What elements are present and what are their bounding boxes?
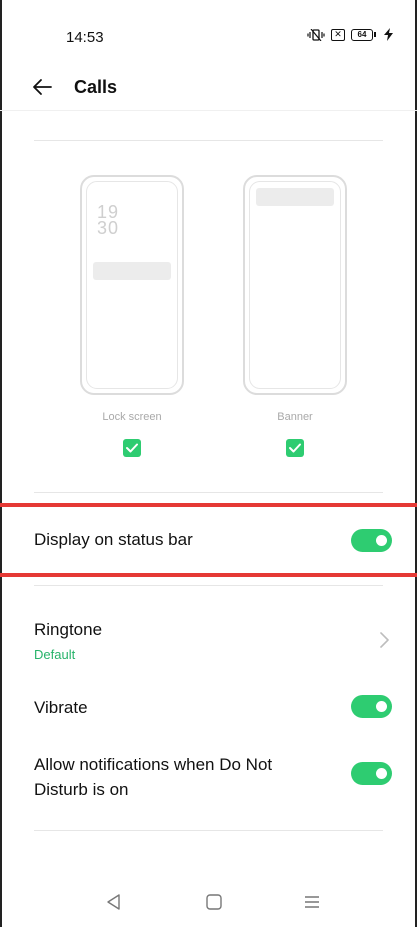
banner-notification-placeholder <box>256 188 334 206</box>
highlight-line-top <box>0 503 417 507</box>
ringtone-label[interactable]: Ringtone <box>34 620 102 640</box>
lock-screen-clock-minutes: 30 <box>97 218 120 238</box>
allow-dnd-toggle[interactable] <box>351 762 392 785</box>
section-divider-lower <box>34 585 383 586</box>
page-title: Calls <box>74 77 118 97</box>
navigation-bar <box>0 892 417 922</box>
toggle-knob <box>376 535 387 546</box>
section-divider-bottom <box>34 830 383 831</box>
home-square-icon[interactable] <box>204 892 224 912</box>
check-icon <box>126 443 138 453</box>
status-bar: 14:53 ✕ 64 <box>0 0 417 60</box>
app-header: Calls <box>0 66 417 110</box>
menu-lines-icon[interactable] <box>302 892 322 912</box>
toggle-knob <box>376 701 387 712</box>
lock-screen-preview-inner: 19 30 <box>86 181 178 389</box>
header-divider <box>0 110 417 111</box>
check-icon <box>289 443 301 453</box>
lock-screen-checkbox[interactable] <box>123 439 141 457</box>
lock-screen-label: Lock screen <box>102 411 162 423</box>
vibrate-icon <box>307 28 325 41</box>
no-sim-icon: ✕ <box>331 28 345 41</box>
battery-icon: 64 <box>351 28 376 41</box>
ringtone-value: Default <box>34 647 76 662</box>
vibrate-label: Vibrate <box>34 698 88 717</box>
banner-preview-inner <box>249 181 341 389</box>
display-on-status-bar-toggle[interactable] <box>351 529 392 552</box>
status-time: 14:53 <box>66 29 104 46</box>
banner-label: Banner <box>277 411 313 423</box>
charging-icon <box>384 28 393 41</box>
section-divider-mid <box>34 492 383 493</box>
display-on-status-bar-label: Display on status bar <box>34 530 193 549</box>
battery-level: 64 <box>351 28 373 41</box>
allow-dnd-label-line1: Allow notifications when Do Not <box>34 755 273 774</box>
status-icons: ✕ 64 <box>307 28 393 41</box>
section-divider-top <box>34 140 383 141</box>
lock-screen-preview[interactable]: 19 30 <box>80 175 184 395</box>
chevron-right-icon[interactable] <box>378 631 390 649</box>
battery-tip <box>374 32 376 37</box>
highlight-line-bottom <box>0 573 417 577</box>
banner-checkbox[interactable] <box>286 439 304 457</box>
arrow-left-icon[interactable] <box>30 75 54 99</box>
toggle-knob <box>376 768 387 779</box>
vibrate-toggle[interactable] <box>351 695 392 718</box>
lock-screen-clock: 19 30 <box>97 203 120 238</box>
allow-dnd-label-line2: Disturb is on <box>34 780 129 799</box>
lock-screen-notification-placeholder <box>93 262 171 280</box>
banner-preview[interactable] <box>243 175 347 395</box>
back-triangle-icon[interactable] <box>104 892 124 912</box>
